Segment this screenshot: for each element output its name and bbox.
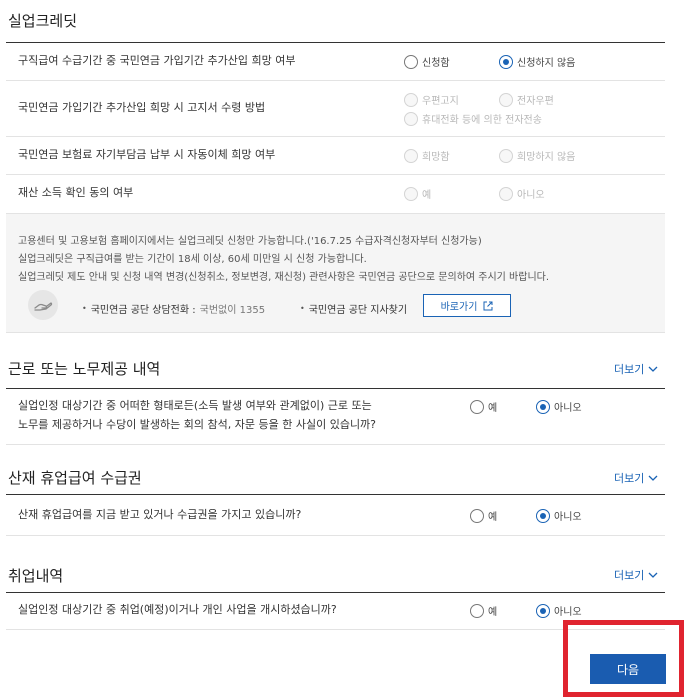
- more-toggle-injury[interactable]: 더보기: [614, 470, 658, 486]
- row-divider: [6, 535, 665, 536]
- radio-label: 신청함: [422, 58, 450, 69]
- radio-label: 전자우편: [517, 96, 554, 107]
- bullet-icon: •: [300, 304, 305, 313]
- more-toggle-employment[interactable]: 더보기: [614, 567, 658, 583]
- radio-circle[interactable]: [404, 111, 418, 126]
- radio-circle[interactable]: [536, 508, 550, 523]
- radio-label: 아니오: [554, 403, 582, 414]
- section-title-work: 근로 또는 노무제공 내역: [8, 360, 161, 378]
- question-injury: 산재 휴업급여를 지금 받고 있거나 수급권을 가지고 있습니까?: [18, 508, 302, 521]
- more-toggle-work[interactable]: 더보기: [614, 361, 658, 377]
- radio-circle[interactable]: [404, 92, 418, 107]
- radio-not-wish[interactable]: 희망하지 않음: [499, 148, 575, 163]
- section-divider: [6, 494, 665, 495]
- radio-injury-yes[interactable]: 예: [470, 508, 497, 523]
- chevron-down-icon: [648, 475, 658, 481]
- radio-label: 예: [422, 190, 432, 201]
- info-box: 고용센터 및 고용보험 홈페이지에서는 실업크레딧 신청만 가능합니다.('16…: [6, 213, 665, 333]
- chevron-down-icon: [648, 366, 658, 372]
- radio-employment-yes[interactable]: 예: [470, 603, 497, 618]
- radio-label: 희망하지 않음: [517, 152, 576, 163]
- radio-circle[interactable]: [499, 92, 513, 107]
- radio-email[interactable]: 전자우편: [499, 92, 554, 107]
- radio-employment-no[interactable]: 아니오: [536, 603, 582, 618]
- radio-no[interactable]: 아니오: [499, 186, 545, 201]
- radio-label: 희망함: [422, 152, 450, 163]
- radio-work-yes[interactable]: 예: [470, 399, 497, 414]
- section-title-employment: 취업내역: [8, 567, 64, 585]
- pension-branch-finder: • 국민연금 공단 지사찾기: [300, 301, 407, 316]
- radio-circle[interactable]: [536, 399, 550, 414]
- chevron-down-icon: [648, 572, 658, 578]
- more-label: 더보기: [614, 569, 645, 582]
- next-button[interactable]: 다음: [590, 654, 666, 684]
- external-link-icon: [483, 301, 493, 310]
- question-income-consent: 재산 소득 확인 동의 여부: [18, 186, 134, 199]
- radio-wish[interactable]: 희망함: [404, 148, 450, 163]
- radio-apply[interactable]: 신청함: [404, 54, 450, 69]
- contact-branch-label: 국민연금 공단 지사찾기: [308, 305, 408, 316]
- bullet-icon: •: [82, 304, 87, 313]
- radio-label: 아니오: [554, 607, 582, 618]
- row-divider: [6, 444, 665, 445]
- radio-label: 예: [488, 403, 498, 414]
- info-line: 실업크레딧 제도 안내 및 신청 내역 변경(신청취소, 정보변경, 재신청) …: [18, 272, 550, 283]
- radio-work-no[interactable]: 아니오: [536, 399, 582, 414]
- contact-phone-value: 국번없이 1355: [199, 305, 266, 316]
- section-title-pension-credit: 실업크레딧: [8, 12, 78, 30]
- row-divider: [6, 174, 665, 175]
- question-work-line2: 노무를 제공하거나 수당이 발생하는 회의 참석, 자문 등을 한 사실이 있습…: [18, 418, 377, 431]
- radio-label: 아니오: [517, 190, 545, 201]
- radio-label: 예: [488, 512, 498, 523]
- question-auto-transfer: 국민연금 보험료 자기부담금 납부 시 자동이체 희망 여부: [18, 148, 276, 161]
- radio-label: 휴대전화 등에 의한 전자전송: [422, 115, 542, 126]
- radio-circle[interactable]: [404, 186, 418, 201]
- radio-circle[interactable]: [470, 508, 484, 523]
- shortcut-button[interactable]: 바로가기: [423, 294, 511, 317]
- contact-phone-label: 국민연금 공단 상담전화 :: [90, 305, 196, 316]
- question-notice-method: 국민연금 가입기간 추가산입 희망 시 고지서 수령 방법: [18, 101, 266, 114]
- radio-label: 신청하지 않음: [517, 58, 576, 69]
- radio-circle[interactable]: [470, 399, 484, 414]
- radio-yes[interactable]: 예: [404, 186, 431, 201]
- radio-injury-no[interactable]: 아니오: [536, 508, 582, 523]
- radio-circle[interactable]: [404, 54, 418, 69]
- radio-circle[interactable]: [470, 603, 484, 618]
- radio-circle[interactable]: [536, 603, 550, 618]
- section-divider: [6, 42, 665, 43]
- radio-postal-notice[interactable]: 우편고지: [404, 92, 459, 107]
- radio-label: 예: [488, 607, 498, 618]
- hand-support-icon: [28, 290, 58, 320]
- info-line: 고용센터 및 고용보험 홈페이지에서는 실업크레딧 신청만 가능합니다.('16…: [18, 236, 482, 247]
- radio-circle[interactable]: [499, 186, 513, 201]
- radio-circle[interactable]: [404, 148, 418, 163]
- row-divider: [6, 136, 665, 137]
- pension-phone-contact: • 국민연금 공단 상담전화 : 국번없이 1355: [82, 301, 265, 316]
- question-credit-application: 구직급여 수급기간 중 국민연금 가입기간 추가산입 희망 여부: [18, 54, 296, 67]
- radio-label: 우편고지: [422, 96, 459, 107]
- info-line: 실업크레딧은 구직급여를 받는 기간이 18세 이상, 60세 미만일 시 신청…: [18, 254, 367, 265]
- section-title-injury: 산재 휴업급여 수급권: [8, 469, 142, 487]
- section-divider: [6, 592, 665, 593]
- radio-not-apply[interactable]: 신청하지 않음: [499, 54, 575, 69]
- more-label: 더보기: [614, 472, 645, 485]
- question-employment: 실업인정 대상기간 중 취업(예정)이거나 개인 사업을 개시하셨습니까?: [18, 603, 337, 616]
- shortcut-label: 바로가기: [440, 302, 478, 313]
- more-label: 더보기: [614, 363, 645, 376]
- row-divider: [6, 80, 665, 81]
- radio-circle[interactable]: [499, 54, 513, 69]
- section-divider: [6, 388, 665, 389]
- radio-mobile-transmission[interactable]: 휴대전화 등에 의한 전자전송: [404, 111, 542, 126]
- radio-circle[interactable]: [499, 148, 513, 163]
- radio-label: 아니오: [554, 512, 582, 523]
